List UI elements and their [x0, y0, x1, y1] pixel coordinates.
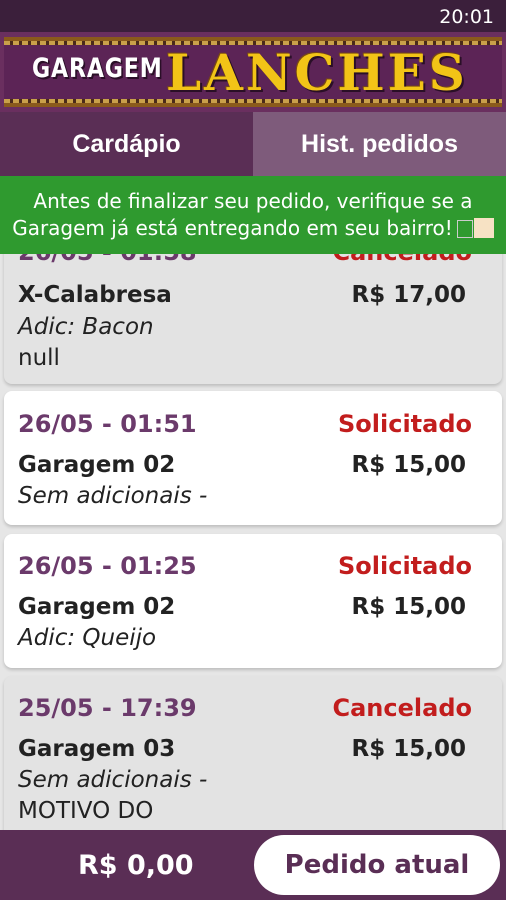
- order-item-name: Garagem 03: [18, 736, 176, 762]
- order-addons: Adic: Bacon: [18, 314, 154, 340]
- order-price: R$ 17,00: [351, 282, 466, 308]
- notice-line-2: Garagem já está entregando em seu bairro…: [12, 216, 453, 240]
- order-total: R$ 0,00: [78, 850, 194, 881]
- order-status: Solicitado: [337, 410, 472, 438]
- app-banner: GARAGEM LANCHES: [0, 32, 506, 112]
- order-status: Cancelado: [332, 694, 473, 722]
- current-order-button[interactable]: Pedido atual: [254, 835, 500, 895]
- notice-line-1: Antes de finalizar seu pedido, verifique…: [33, 189, 473, 213]
- order-addons: Adic: Queijo: [18, 625, 157, 651]
- logo-text-lanches: LANCHES: [166, 43, 468, 102]
- order-date: 26/05 - 01:25: [18, 552, 197, 580]
- order-price: R$ 15,00: [351, 452, 466, 478]
- delivery-notice-banner: Antes de finalizar seu pedido, verifique…: [0, 176, 506, 254]
- tab-historico-pedidos[interactable]: Hist. pedidos: [253, 112, 506, 176]
- order-price: R$ 15,00: [351, 594, 466, 620]
- tab-bar: Cardápio Hist. pedidos: [0, 112, 506, 176]
- order-item-name: X-Calabresa: [18, 282, 172, 308]
- order-history-list[interactable]: 26/05 - 01:58 Cancelado X-Calabresa R$ 1…: [0, 200, 506, 830]
- logo-frame: GARAGEM LANCHES: [4, 37, 502, 107]
- order-price: R$ 15,00: [351, 736, 466, 762]
- bottom-bar: R$ 0,00 Pedido atual: [0, 830, 506, 900]
- order-date: 26/05 - 01:51: [18, 410, 197, 438]
- logo-text-garagem: GARAGEM: [32, 53, 163, 84]
- order-note: MOTIVO DO: [18, 798, 154, 824]
- order-card[interactable]: 26/05 - 01:25 Solicitado Garagem 02 R$ 1…: [4, 534, 502, 668]
- order-item-name: Garagem 02: [18, 594, 176, 620]
- order-card[interactable]: 26/05 - 01:51 Solicitado Garagem 02 R$ 1…: [4, 391, 502, 525]
- notice-line-2-wrap: Garagem já está entregando em seu bairro…: [0, 215, 506, 242]
- order-status: Solicitado: [337, 552, 472, 580]
- order-addons: Sem adicionais -: [18, 767, 208, 793]
- missing-glyph-icon: [456, 220, 473, 238]
- order-card[interactable]: 25/05 - 17:39 Cancelado Garagem 03 R$ 15…: [4, 676, 502, 830]
- order-addons: Sem adicionais -: [18, 483, 208, 509]
- order-date: 25/05 - 17:39: [18, 694, 197, 722]
- status-bar: 20:01: [0, 0, 506, 32]
- tab-cardapio[interactable]: Cardápio: [0, 112, 253, 176]
- clock: 20:01: [439, 6, 494, 28]
- emoji-icon: [473, 218, 494, 238]
- order-item-name: Garagem 02: [18, 452, 176, 478]
- order-note: null: [18, 345, 60, 371]
